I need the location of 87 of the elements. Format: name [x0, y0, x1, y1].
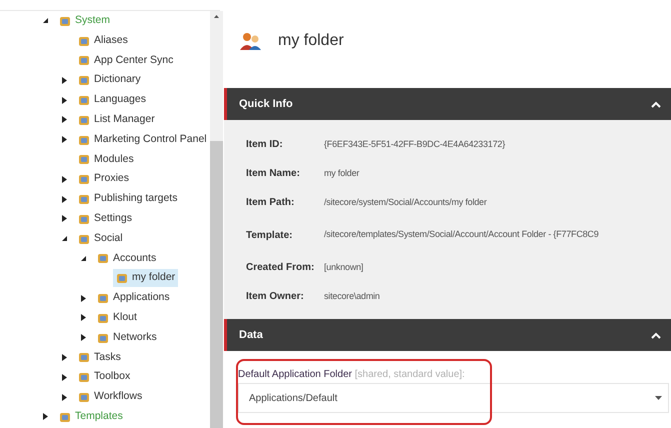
field-note: [shared, standard value]: [354, 369, 465, 380]
expand-arrow-icon[interactable] [61, 394, 68, 401]
tree-item[interactable]: Applications [94, 289, 173, 308]
expand-arrow-icon[interactable] [61, 354, 68, 361]
item-icon [97, 332, 109, 344]
expand-arrow-icon[interactable] [80, 294, 87, 302]
tree-item[interactable]: Workflows [75, 388, 146, 406]
field-value: my folder [324, 166, 360, 180]
item-icon [78, 193, 90, 206]
item-icon [78, 173, 90, 186]
tree-item[interactable]: Templates [56, 408, 126, 426]
tree-item[interactable]: App Center Sync [75, 51, 176, 70]
tree-item[interactable]: my folder [113, 269, 178, 288]
tree-item[interactable]: Marketing Control Panel [75, 130, 210, 149]
tree-item[interactable]: Dictionary [75, 71, 144, 90]
item-icon [78, 94, 90, 106]
collapse-arrow-icon[interactable] [42, 17, 49, 24]
section-title: Quick Info [239, 96, 293, 112]
tree-item[interactable]: Toolbox [75, 368, 134, 386]
expand-arrow-icon[interactable] [80, 334, 87, 342]
item-icon [97, 252, 109, 264]
field-label: Created From: [245, 261, 316, 275]
users-icon [240, 31, 262, 51]
tree-item[interactable]: Social [75, 230, 126, 248]
expand-arrow-icon[interactable] [61, 96, 68, 104]
expand-arrow-icon[interactable] [61, 176, 68, 183]
item-icon [59, 410, 71, 423]
field-value: sitecore\admin [324, 290, 380, 303]
item-icon [78, 391, 90, 404]
item-icon [78, 34, 90, 47]
field-label: Default Application Folder [238, 369, 352, 380]
item-icon [78, 351, 90, 364]
scrollbar-thumb[interactable] [210, 141, 223, 428]
tree-item[interactable]: Networks [94, 328, 160, 347]
chevron-up-icon[interactable] [651, 100, 661, 108]
item-icon [116, 272, 128, 284]
field-label: Item Path: [245, 196, 296, 210]
field-value: /sitecore/templates/System/Social/Account/Account Folder - {F77FC8C9 [324, 228, 599, 242]
item-icon [78, 54, 90, 66]
field-label: Item Name: [245, 167, 301, 181]
field-value: /sitecore/system/Social/Accounts/my folder [324, 196, 487, 209]
item-icon [78, 74, 90, 86]
chevron-up-icon[interactable] [651, 332, 661, 338]
section-title: Data [239, 328, 263, 343]
accent-bar [224, 319, 227, 351]
tree-item[interactable]: Tasks [75, 348, 124, 366]
expand-arrow-icon[interactable] [42, 413, 49, 420]
item-icon [78, 153, 90, 166]
tree-item[interactable]: Klout [94, 308, 140, 327]
item-icon [97, 312, 109, 324]
field-label: Template: [245, 228, 294, 242]
collapse-arrow-icon[interactable] [61, 235, 68, 242]
item-icon [78, 212, 90, 225]
tree-item[interactable]: Publishing targets [75, 190, 180, 208]
tree-item[interactable]: Aliases [75, 32, 131, 50]
section-header[interactable]: Data [227, 319, 671, 351]
tree-item[interactable]: List Manager [75, 110, 158, 129]
collapse-arrow-icon[interactable] [80, 254, 87, 262]
item-icon [59, 14, 71, 27]
tree-item[interactable]: Languages [75, 91, 149, 110]
field-value: [unknown] [324, 260, 364, 274]
expand-arrow-icon[interactable] [61, 136, 68, 144]
expand-arrow-icon[interactable] [61, 116, 68, 124]
dropdown-arrow-icon [655, 396, 662, 400]
item-icon [78, 232, 90, 245]
accent-bar [224, 88, 227, 120]
tree-item[interactable]: Modules [75, 150, 137, 168]
item-title: my folder [278, 31, 344, 51]
expand-arrow-icon[interactable] [61, 76, 68, 84]
scrollbar[interactable] [210, 11, 223, 428]
dropdown-field[interactable]: Applications/Default [238, 383, 669, 413]
field-label: Item ID: [245, 138, 284, 152]
tree-item[interactable]: Settings [75, 210, 135, 228]
tree-item[interactable]: Proxies [75, 170, 132, 188]
tree-item[interactable]: System [56, 12, 114, 30]
field-label: Item Owner: [245, 290, 305, 304]
item-icon [78, 371, 90, 384]
item-icon [78, 114, 90, 126]
field-value: {F6EF343E-5F51-42FF-B9DC-4E4A64233172} [324, 138, 506, 151]
item-icon [78, 134, 90, 146]
expand-arrow-icon[interactable] [61, 215, 68, 222]
section-header[interactable]: Quick Info [227, 88, 671, 120]
tree-item[interactable]: Accounts [94, 249, 160, 268]
item-icon [97, 292, 109, 304]
expand-arrow-icon[interactable] [80, 314, 87, 322]
expand-arrow-icon[interactable] [61, 374, 68, 381]
expand-arrow-icon[interactable] [61, 196, 68, 203]
